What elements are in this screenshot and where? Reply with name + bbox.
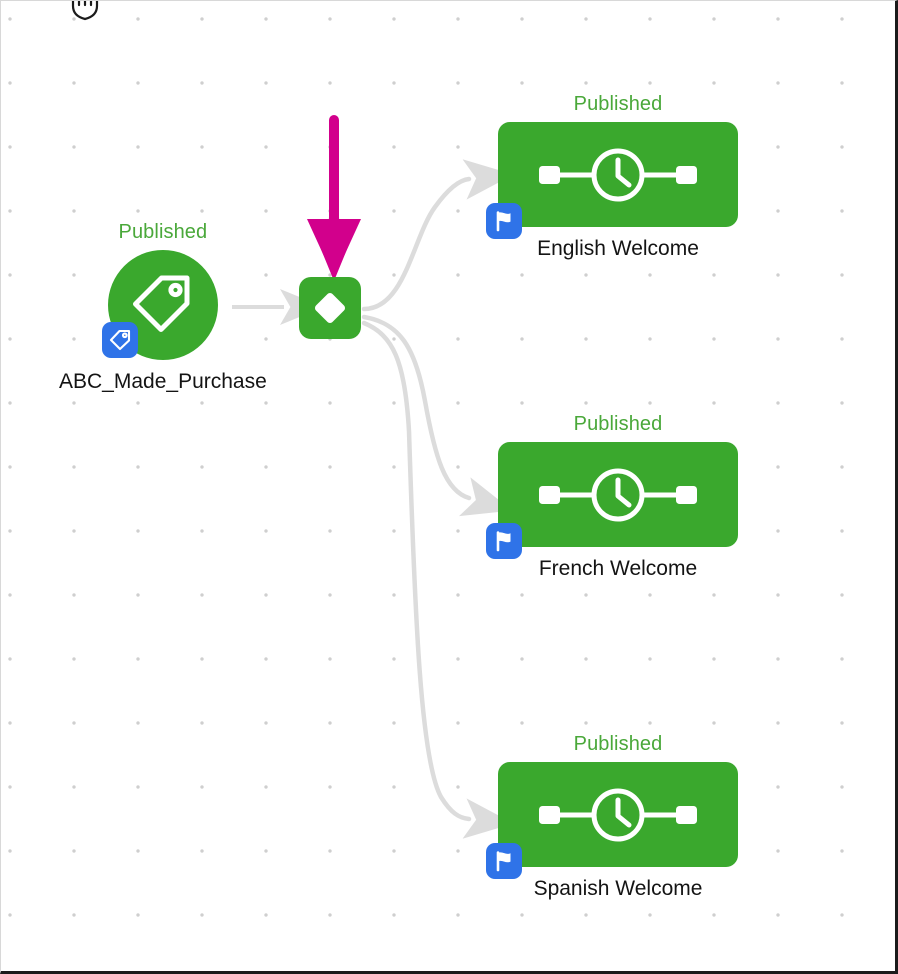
wait-english-shape-wrap[interactable]	[486, 122, 738, 239]
edge-decision-english	[361, 159, 514, 312]
trigger-shape-wrap[interactable]	[101, 250, 218, 360]
node-label-wait-french: French Welcome	[538, 557, 698, 580]
node-wait-spanish[interactable]: Published Spanish Welcome	[486, 732, 738, 902]
down-arrow-annotation-icon	[307, 115, 361, 281]
trigger-badge[interactable]	[101, 322, 138, 358]
status-badge-wait-spanish: Published	[573, 733, 663, 755]
edge-decision-spanish	[361, 320, 514, 839]
node-wait-english[interactable]: Published English Welcome	[486, 92, 738, 262]
wait-box-french[interactable]	[498, 442, 738, 547]
tag-icon	[132, 275, 190, 332]
wait-french-badge[interactable]	[486, 523, 522, 559]
wait-clock-icon	[539, 788, 697, 841]
status-badge-trigger: Published	[118, 221, 208, 243]
node-label-trigger: ABC_Made_Purchase	[59, 370, 267, 393]
wait-french-shape-wrap[interactable]	[486, 442, 738, 559]
node-wait-french[interactable]: Published French Welcome	[486, 412, 738, 582]
status-badge-wait-french: Published	[573, 413, 663, 435]
flag-badge-icon	[496, 531, 511, 552]
flag-badge-icon	[496, 851, 511, 872]
grab-hand-cursor-icon	[71, 1, 99, 21]
wait-box-english[interactable]	[498, 122, 738, 227]
flow-canvas[interactable]: Published ABC_Made_Purchase Published En…	[0, 0, 898, 974]
edge-decision-french	[361, 314, 513, 517]
tag-badge-icon	[109, 329, 130, 351]
node-label-wait-spanish: Spanish Welcome	[533, 877, 703, 900]
wait-clock-icon	[539, 148, 697, 201]
wait-spanish-badge[interactable]	[486, 843, 522, 879]
wait-clock-icon	[539, 468, 697, 521]
wait-english-badge[interactable]	[486, 203, 522, 239]
wait-spanish-shape-wrap[interactable]	[486, 762, 738, 879]
status-badge-wait-english: Published	[573, 93, 663, 115]
diamond-icon	[314, 292, 346, 324]
decision-box[interactable]	[299, 277, 361, 339]
node-label-wait-english: English Welcome	[537, 237, 699, 260]
node-decision[interactable]	[299, 277, 361, 339]
flag-badge-icon	[496, 211, 511, 232]
wait-box-spanish[interactable]	[498, 762, 738, 867]
decision-shape-wrap[interactable]	[299, 277, 361, 339]
node-trigger[interactable]: Published ABC_Made_Purchase	[59, 220, 267, 395]
edge-layer	[232, 159, 514, 839]
